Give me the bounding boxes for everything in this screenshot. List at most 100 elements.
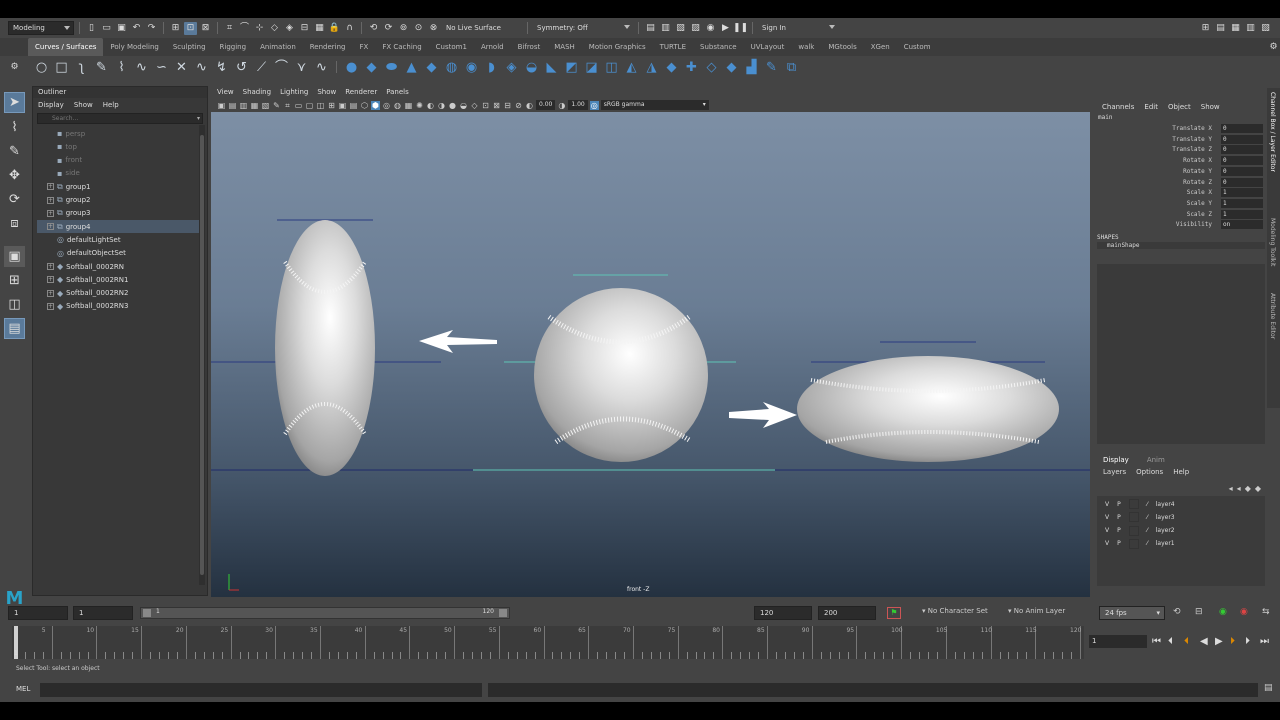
resolution-gate-icon[interactable]: ▢: [305, 101, 314, 110]
channel-menu-channels[interactable]: Channels: [1102, 103, 1134, 111]
attribute-value-field[interactable]: on: [1221, 220, 1263, 230]
expand-icon[interactable]: +: [47, 183, 54, 191]
snap-point-icon[interactable]: ⊹: [253, 22, 266, 35]
channel-attribute-row[interactable]: Rotate Y 0: [1097, 166, 1267, 178]
expand-icon[interactable]: +: [47, 223, 54, 231]
textured-icon[interactable]: ▦: [404, 101, 413, 110]
command-input[interactable]: [40, 683, 482, 697]
nurbs-cylinder-icon[interactable]: ⬬: [383, 59, 400, 76]
snap-ortho-icon[interactable]: ▦: [313, 22, 326, 35]
attach-curves-icon[interactable]: ✕: [173, 59, 190, 76]
scene-start-field[interactable]: 1: [8, 606, 68, 620]
live-surface-field[interactable]: No Live Surface: [442, 21, 522, 35]
gate-mask-icon[interactable]: ◫: [316, 101, 325, 110]
outliner-menu-display[interactable]: Display: [38, 101, 64, 109]
shelf-tab-bifrost[interactable]: Bifrost: [511, 38, 548, 56]
two-pane-layout-icon[interactable]: ◫: [4, 294, 25, 315]
outliner-item[interactable]: + ◆ Softball_0002RN1: [37, 273, 201, 286]
redo-icon[interactable]: ↷: [145, 22, 158, 35]
four-view-layout-icon[interactable]: ⊞: [4, 270, 25, 291]
audio-icon[interactable]: ◉: [1219, 607, 1227, 617]
move-tool-icon[interactable]: ✥: [4, 165, 25, 186]
screen-space-ao-icon[interactable]: ◑: [437, 101, 446, 110]
attribute-value-field[interactable]: 0: [1221, 177, 1263, 187]
side-tab-modeling-toolkit[interactable]: Modeling Toolkit: [1269, 218, 1276, 266]
arc-curve-icon[interactable]: ∽: [153, 59, 170, 76]
render-region-icon[interactable]: ▤: [644, 22, 657, 35]
expand-icon[interactable]: +: [47, 302, 54, 310]
move-layer-up-icon[interactable]: ◂: [1229, 484, 1233, 493]
shelf-tab-rigging[interactable]: Rigging: [213, 38, 254, 56]
nurbs-torus-icon[interactable]: ◍: [443, 59, 460, 76]
record-icon[interactable]: ◉: [1240, 607, 1248, 617]
outliner-menu-show[interactable]: Show: [74, 101, 93, 109]
shelf-tab-xgen[interactable]: XGen: [864, 38, 897, 56]
construction-icon[interactable]: ⊚: [397, 22, 410, 35]
mel-label[interactable]: MEL: [16, 685, 30, 693]
scene-end-field[interactable]: 200: [818, 606, 876, 620]
viewport-menu-view[interactable]: View: [217, 88, 234, 96]
step-forward-frame-icon[interactable]: ⏵: [1230, 636, 1235, 647]
hypershade-icon[interactable]: ◉: [704, 22, 717, 35]
go-to-end-icon[interactable]: ⏭: [1260, 636, 1269, 647]
time-ruler[interactable]: 5 10 15 20 25 30 35 40 45 50 55 60 65 70 75 80 85 90 95 100…: [12, 626, 1084, 659]
side-tab-attribute-editor[interactable]: Attribute Editor: [1269, 293, 1276, 339]
safe-title-icon[interactable]: ▤: [349, 101, 358, 110]
layer-menu-layers[interactable]: Layers: [1103, 468, 1126, 480]
xray-joints-icon[interactable]: ⊟: [503, 101, 512, 110]
extend-surface-icon[interactable]: ◮: [643, 59, 660, 76]
color-space-dropdown[interactable]: sRGB gamma ▾: [600, 100, 709, 110]
viewport-menu-lighting[interactable]: Lighting: [280, 88, 308, 96]
tab-display[interactable]: Display: [1103, 456, 1129, 468]
bevel-icon[interactable]: ◩: [563, 59, 580, 76]
play-forward-icon[interactable]: ▶: [1215, 636, 1223, 647]
channel-menu-edit[interactable]: Edit: [1144, 103, 1158, 111]
extrude-icon[interactable]: ◒: [523, 59, 540, 76]
shelf-tab-walk[interactable]: walk: [791, 38, 821, 56]
attribute-editor-icon[interactable]: ▤: [1214, 22, 1227, 35]
channel-attribute-row[interactable]: Scale Z 1: [1097, 209, 1267, 221]
depth-of-field-icon[interactable]: ◇: [470, 101, 479, 110]
save-scene-icon[interactable]: ▣: [115, 22, 128, 35]
layer-playback-toggle[interactable]: P: [1117, 540, 1121, 547]
ipr-render-icon[interactable]: ▧: [674, 22, 687, 35]
grid-icon[interactable]: ⌗: [283, 101, 292, 110]
sculpt-geometry-icon[interactable]: ▟: [743, 59, 760, 76]
shelf-options-icon[interactable]: ⚙: [1267, 41, 1280, 54]
viewport-menu-shading[interactable]: Shading: [243, 88, 271, 96]
layer-visibility-toggle[interactable]: V: [1105, 514, 1109, 521]
playback-start-field[interactable]: 1: [73, 606, 133, 620]
attribute-value-field[interactable]: 1: [1221, 188, 1263, 198]
workspace-menu-dropdown[interactable]: Modeling: [8, 21, 74, 35]
default-material-icon[interactable]: ◎: [382, 101, 391, 110]
outliner-item[interactable]: + ◆ Softball_0002RN3: [37, 300, 201, 313]
outliner-item[interactable]: + ◆ Softball_0002RN: [37, 260, 201, 273]
lock-icon[interactable]: 🔒: [328, 22, 341, 35]
bookmark-icon[interactable]: ▥: [239, 101, 248, 110]
outliner-toggle-icon[interactable]: ▧: [1259, 22, 1272, 35]
arnold-render-icon[interactable]: ▶: [719, 22, 732, 35]
layer-playback-toggle[interactable]: P: [1117, 501, 1121, 508]
new-scene-icon[interactable]: ▯: [85, 22, 98, 35]
make-live-icon[interactable]: ⊗: [427, 22, 440, 35]
layer-color-swatch[interactable]: [1128, 512, 1139, 523]
channel-attribute-row[interactable]: Visibility on: [1097, 220, 1267, 231]
image-plane-icon[interactable]: ▦: [250, 101, 259, 110]
expand-icon[interactable]: +: [47, 209, 54, 217]
all-lights-icon[interactable]: ✺: [415, 101, 424, 110]
playback-options-icon[interactable]: ⊟: [1195, 607, 1203, 617]
prefs-icon[interactable]: ⇆: [1262, 607, 1270, 617]
shelf-tab-rendering[interactable]: Rendering: [303, 38, 353, 56]
nurbs-plane-icon[interactable]: ◆: [423, 59, 440, 76]
undo-icon[interactable]: ↶: [130, 22, 143, 35]
wireframe-icon[interactable]: ⬡: [360, 101, 369, 110]
rebuild-curve-icon[interactable]: ↯: [213, 59, 230, 76]
layer-visibility-toggle[interactable]: V: [1105, 540, 1109, 547]
planar-icon[interactable]: ◈: [503, 59, 520, 76]
outliner-item[interactable]: ◎ defaultObjectSet: [37, 247, 201, 260]
character-set-dropdown[interactable]: ▾ No Character Set: [922, 607, 988, 615]
layer-color-swatch[interactable]: [1128, 499, 1139, 509]
range-start-handle[interactable]: [143, 609, 151, 617]
channel-box-icon[interactable]: ▥: [1244, 22, 1257, 35]
auto-key-icon[interactable]: ⚑: [887, 607, 901, 619]
